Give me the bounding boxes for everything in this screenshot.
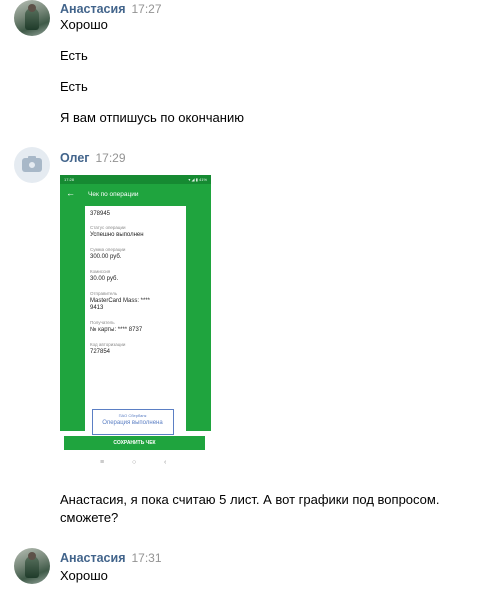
avatar[interactable]: [14, 147, 50, 183]
message-text: Анастасия, я пока считаю 5 лист. А вот г…: [60, 492, 440, 525]
photo-attachment[interactable]: 17:28 ▾ ◢ ▮ 41% ← Чек по операции 378945 …: [60, 175, 211, 473]
field-value: 30.00 руб.: [90, 276, 119, 282]
message-text: Хорошо: [60, 17, 108, 32]
stamp-text: Операция выполнена: [102, 420, 163, 426]
phone-status-bar: 17:28 ▾ ◢ ▮ 41%: [60, 175, 211, 184]
phone-nav-bar: ≡ ○ ‹: [60, 455, 211, 473]
field-label: Комиссия: [90, 269, 111, 274]
field-value: Успешно выполнен: [90, 232, 144, 238]
bank-stamp: ПАО Сбербанк Операция выполнена: [92, 409, 174, 435]
back-icon: ‹: [164, 459, 167, 466]
receipt-card: 378945 Статус операции Успешно выполнен …: [85, 206, 186, 435]
screen-title: Чек по операции: [88, 191, 139, 198]
field-label: Отправитель: [90, 291, 118, 296]
field-value: MasterCard Mass: **** 9413: [90, 298, 151, 311]
home-icon: ○: [132, 459, 137, 466]
message-time[interactable]: 17:29: [96, 151, 126, 165]
field-label: Статус операции: [90, 225, 126, 230]
field-label: Код авторизации: [90, 342, 126, 347]
save-receipt-button: СОХРАНИТЬ ЧЕК: [64, 436, 205, 450]
message-text: Я вам отпишусь по окончанию: [60, 110, 244, 125]
message-text: Есть: [60, 48, 88, 63]
author-name[interactable]: Анастасия: [60, 551, 126, 565]
message-header: Анастасия 17:27: [60, 1, 162, 16]
message-time[interactable]: 17:31: [132, 551, 162, 565]
back-arrow-icon: ←: [66, 188, 75, 198]
message-header: Олег 17:29: [60, 150, 126, 165]
field-value: 300.00 руб.: [90, 254, 122, 260]
field-label: Сумма операции: [90, 247, 126, 252]
avatar[interactable]: [14, 0, 50, 36]
field-value: 727854: [90, 349, 111, 355]
avatar[interactable]: [14, 548, 50, 584]
author-name[interactable]: Олег: [60, 151, 90, 165]
field-label: Получатель: [90, 320, 115, 325]
menu-icon: ≡: [100, 459, 105, 466]
message-text: Хорошо: [60, 568, 108, 583]
stamp-bank: ПАО Сбербанк: [118, 413, 147, 418]
message-time[interactable]: 17:27: [132, 2, 162, 16]
field-value: № карты: **** 8737: [90, 327, 143, 333]
message-header: Анастасия 17:31: [60, 550, 162, 565]
author-name[interactable]: Анастасия: [60, 2, 126, 16]
receipt-number: 378945: [90, 211, 111, 217]
message-text: Есть: [60, 79, 88, 94]
